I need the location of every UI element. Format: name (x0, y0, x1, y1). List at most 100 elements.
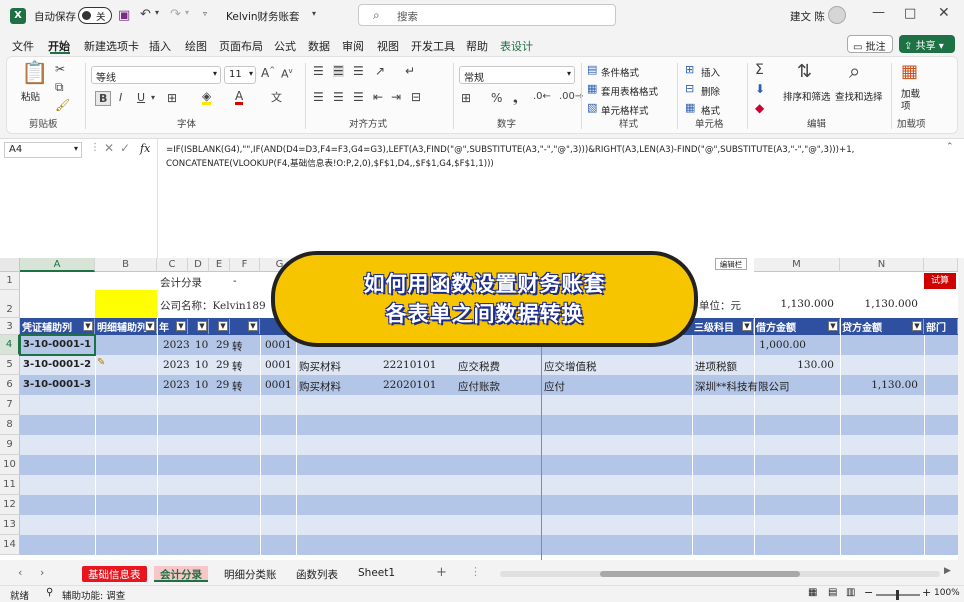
cell-a4[interactable]: 3-10-0001-1 (20, 339, 91, 350)
menu-formulas[interactable]: 公式 (274, 38, 296, 54)
formula-text[interactable]: =IF(ISBLANK(G4),"",IF(AND(D4=D3,F4=F3,G4… (166, 143, 946, 171)
filter-dropdown-icon[interactable]: ▼ (145, 321, 155, 331)
number-format-select[interactable]: 常规 ▾ (459, 66, 575, 84)
horizontal-scrollbar[interactable] (500, 571, 940, 577)
maximize-icon[interactable]: □ (904, 7, 916, 20)
sheet-tab-journal[interactable]: 会计分录 (154, 566, 208, 582)
comments-button[interactable]: ▭ 批注 (847, 35, 893, 53)
cell-e4[interactable]: 29 (213, 339, 229, 351)
autosum-icon[interactable]: Σ (755, 63, 764, 77)
row-header[interactable]: 10 (0, 455, 20, 475)
name-box[interactable]: A4 ▾ (4, 142, 82, 158)
fill-color-icon[interactable]: ◈ (202, 90, 212, 105)
menu-page-layout[interactable]: 页面布局 (219, 38, 263, 54)
cell-b2-yellow[interactable] (95, 290, 157, 318)
format-cells-button[interactable]: 格式 (701, 103, 720, 117)
autosave-toggle[interactable]: 关 (78, 7, 112, 24)
row-header[interactable]: 4 (0, 335, 20, 355)
indent-decrease-icon[interactable]: ⇤ (373, 91, 383, 103)
row-header[interactable]: 14 (0, 535, 20, 555)
cell-d5[interactable]: 10 (192, 359, 208, 371)
header-month[interactable]: ▼ (188, 319, 209, 334)
page-break-icon[interactable]: ▥ (846, 587, 855, 598)
filter-dropdown-icon[interactable]: ▼ (742, 321, 752, 331)
undo-dropdown-icon[interactable]: ▾ (155, 9, 159, 17)
row-header[interactable]: 9 (0, 435, 20, 455)
cancel-icon[interactable]: ✕ (104, 142, 114, 154)
orientation-icon[interactable]: ↗ (375, 65, 385, 77)
save-icon[interactable]: ▣ (118, 9, 130, 22)
header-type[interactable]: ▼ (230, 319, 260, 334)
cell-h5[interactable]: 购买材料 (296, 359, 341, 374)
header-credit[interactable]: 贷方金额 ▼ (840, 319, 924, 334)
find-select-button[interactable]: 查找和选择 (835, 89, 883, 103)
table-format-button[interactable]: 套用表格格式 (601, 84, 658, 98)
cell-a5[interactable]: 3-10-0001-2 (20, 359, 91, 370)
filter-dropdown-icon[interactable]: ▼ (828, 321, 838, 331)
cell-m5[interactable]: 130.00 (754, 359, 840, 371)
wrap-text-icon[interactable]: ↵ (405, 65, 415, 77)
clear-icon[interactable]: ◆ (755, 102, 764, 114)
cell-l6[interactable]: 深圳**科技有限公司 (692, 379, 840, 394)
insert-function-icon[interactable]: fx (140, 142, 150, 155)
currency-icon[interactable]: ⊞ (461, 92, 471, 104)
menu-new-tab[interactable]: 新建选项卡 (84, 38, 139, 54)
column-header-b[interactable]: B (95, 258, 157, 272)
accessibility-status[interactable]: 辅助功能: 调查 (62, 588, 125, 602)
undo-icon[interactable]: ↶ (140, 8, 151, 21)
page-layout-icon[interactable]: ▤ (828, 587, 837, 598)
cell-j6[interactable]: 应付账款 (455, 379, 500, 394)
cell-h6[interactable]: 购买材料 (296, 379, 341, 394)
scroll-right-icon[interactable]: ▶ (944, 567, 951, 576)
zoom-slider-thumb[interactable] (896, 590, 899, 600)
font-name-select[interactable]: 等线 ▾ (91, 66, 221, 84)
column-header-c[interactable]: C (157, 258, 188, 272)
borders-icon[interactable]: ⊞ (167, 92, 177, 104)
comma-style-icon[interactable]: ❟ (513, 92, 518, 104)
header-level3[interactable]: 三级科目 ▼ (692, 319, 754, 334)
increase-font-icon[interactable]: A^ (261, 67, 275, 80)
zoom-out-icon[interactable]: − (864, 586, 873, 599)
column-header-o[interactable] (924, 258, 958, 272)
paste-button[interactable]: 粘贴 (21, 89, 40, 103)
cell-d4[interactable]: 10 (192, 339, 208, 351)
underline-dropdown-icon[interactable]: ▾ (151, 94, 155, 102)
decrease-font-icon[interactable]: Av (281, 68, 293, 80)
conditional-format-button[interactable]: 条件格式 (601, 65, 639, 79)
add-sheet-icon[interactable]: + (436, 566, 447, 579)
menu-data[interactable]: 数据 (308, 38, 330, 54)
menu-file[interactable]: 文件 (12, 38, 34, 54)
customize-toolbar-icon[interactable]: ▿ (203, 10, 207, 18)
next-sheet-icon[interactable]: › (40, 567, 44, 578)
cut-icon[interactable]: ✂ (55, 63, 65, 75)
header-voucher-helper[interactable]: 凭证辅助列 ▼ (20, 319, 95, 334)
row-header[interactable]: 5 (0, 355, 20, 375)
column-header-m[interactable]: M (754, 258, 840, 272)
title-dropdown-icon[interactable]: ▾ (312, 10, 316, 18)
menu-insert[interactable]: 插入 (149, 38, 171, 54)
cell-style-button[interactable]: 单元格样式 (601, 103, 649, 117)
delete-cells-button[interactable]: 删除 (701, 84, 720, 98)
cell-d6[interactable]: 10 (192, 379, 208, 391)
cell-f4[interactable]: 转 (229, 339, 243, 354)
cell-j5[interactable]: 应交税费 (455, 359, 500, 374)
filter-dropdown-icon[interactable]: ▼ (912, 321, 922, 331)
row-header[interactable]: 7 (0, 395, 20, 415)
row-header[interactable]: 8 (0, 415, 20, 435)
row-header[interactable]: 12 (0, 495, 20, 515)
row-header[interactable]: 6 (0, 375, 20, 395)
unit-cell[interactable]: 单位：元 (696, 298, 741, 313)
menu-help[interactable]: 帮助 (466, 38, 488, 54)
row-header[interactable]: 13 (0, 515, 20, 535)
filter-dropdown-icon[interactable]: ▼ (83, 321, 93, 331)
filter-dropdown-icon[interactable]: ▼ (218, 321, 228, 331)
cell-c6[interactable]: 2023 (160, 379, 190, 391)
paste-icon[interactable]: 📋 (21, 63, 48, 85)
collapse-formula-icon[interactable]: ⌃ (946, 143, 954, 152)
minimize-icon[interactable]: — (872, 6, 885, 19)
more-options-icon[interactable]: ⋮ (90, 143, 100, 153)
cell-k6[interactable]: 应付 (541, 379, 565, 394)
zoom-slider[interactable] (876, 590, 920, 600)
menu-developer[interactable]: 开发工具 (411, 38, 455, 54)
cell-g5[interactable]: 0001 (262, 359, 292, 371)
